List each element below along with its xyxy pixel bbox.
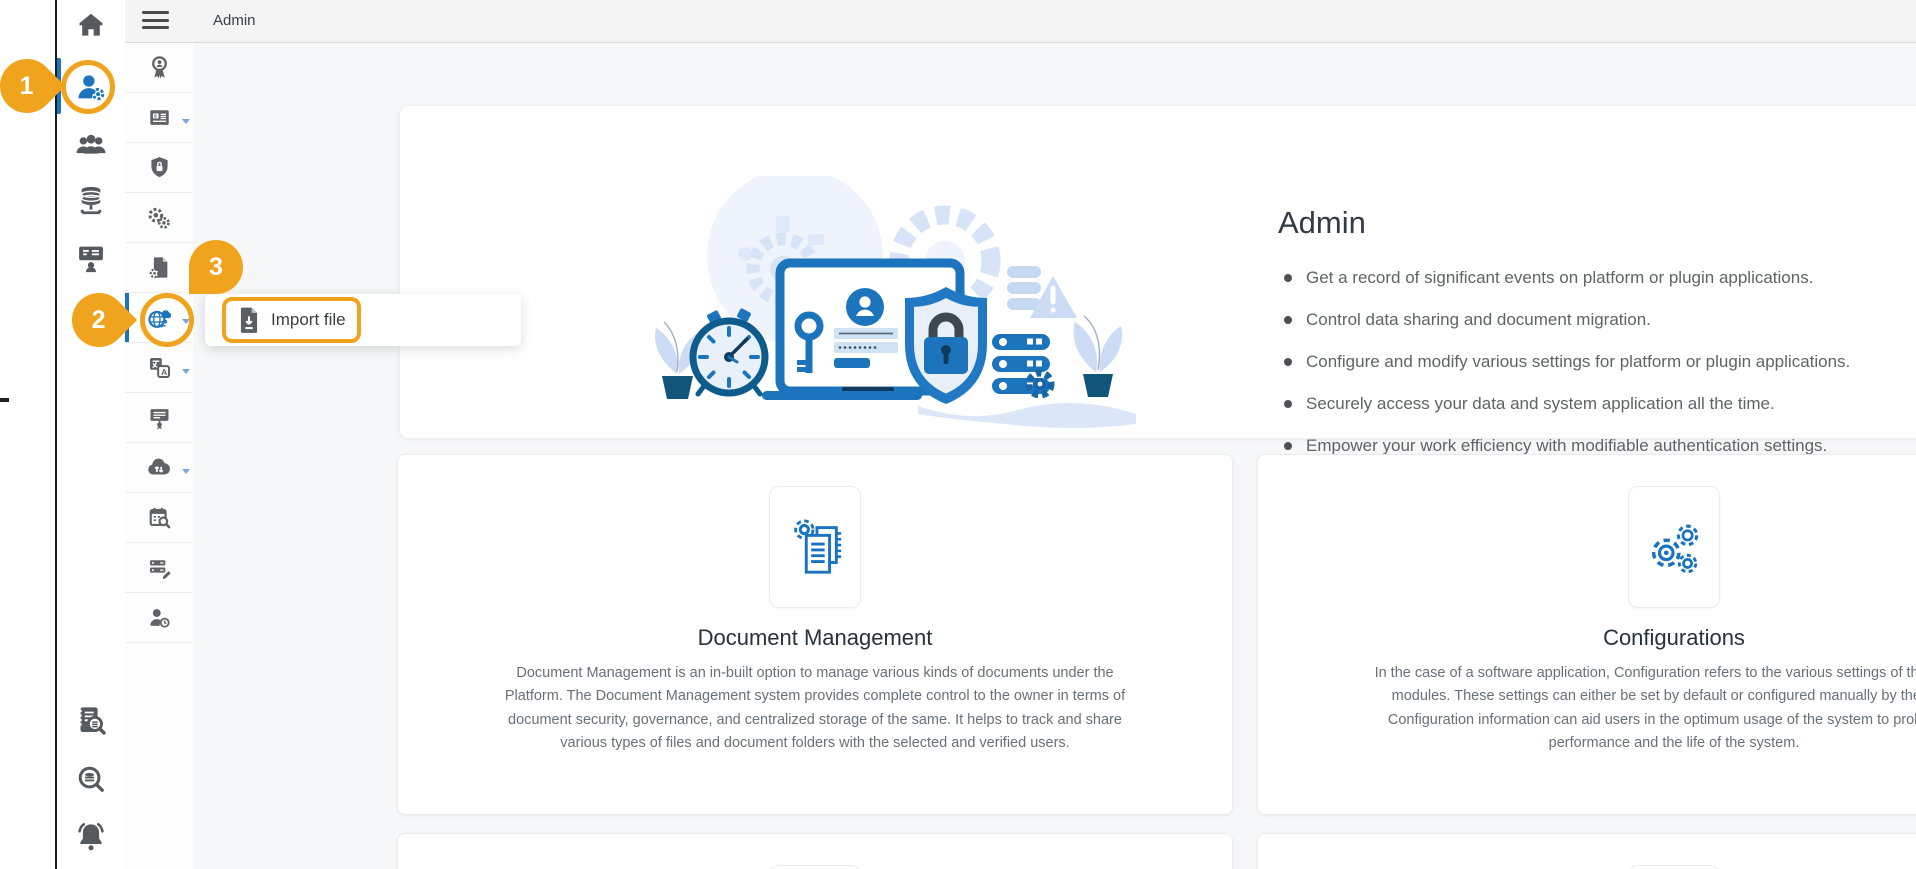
sidebar-item-server-logs[interactable]: [125, 543, 193, 593]
annotation-highlight-import-file: [222, 297, 361, 343]
hamburger-menu-button[interactable]: [142, 11, 169, 31]
hero-bullet: Configure and modify various settings fo…: [1284, 352, 1850, 372]
secondary-sidebar: $ A: [125, 43, 194, 869]
bullet-dot: [1284, 358, 1292, 366]
hero-title: Admin: [1278, 204, 1366, 240]
groups-icon: [76, 134, 106, 154]
user-activity-icon: [149, 609, 170, 628]
app-window: Admin $ A Admin Get a record of signific…: [0, 0, 1916, 869]
certificate-badge-icon: [151, 56, 167, 79]
sidebar-item-language[interactable]: A: [125, 343, 193, 393]
sidebar-item-presentation[interactable]: [125, 393, 193, 443]
card-configurations[interactable]: Configurations In the case of a software…: [1257, 454, 1916, 815]
settings-gears-icon: [148, 207, 170, 229]
sidebar-item-data-sources[interactable]: [67, 176, 115, 224]
bullet-dot: [1284, 442, 1292, 450]
sidebar-item-global-search[interactable]: [67, 755, 115, 803]
card-description: In the case of a software application, C…: [1374, 665, 1916, 752]
data-search-icon: [78, 766, 104, 792]
sidebar-item-billing[interactable]: $: [125, 93, 193, 143]
billing-news-icon: $: [149, 110, 169, 125]
sidebar-item-groups[interactable]: [67, 120, 115, 168]
card-icon-tile: [769, 865, 861, 869]
annotation-pin-3: 3: [189, 240, 243, 294]
data-server-icon: [80, 186, 102, 215]
sidebar-item-schedule-search[interactable]: [125, 493, 193, 543]
configurations-gears-icon: [1651, 524, 1699, 574]
server-edit-icon: [149, 560, 171, 580]
schedule-search-icon: [149, 507, 170, 529]
main-content: Admin Get a record of significant events…: [193, 43, 1916, 869]
page-title: Admin: [213, 12, 256, 29]
sidebar-item-cloud-transfer[interactable]: [125, 443, 193, 493]
sidebar-item-notifications[interactable]: [67, 813, 115, 861]
submenu-caret-icon: [182, 119, 190, 124]
presentation-certificate-icon: [150, 409, 168, 430]
hero-bullet: Get a record of significant events on pl…: [1284, 268, 1813, 288]
submenu-caret-icon: [182, 469, 190, 474]
card-title: Document Management: [697, 625, 933, 650]
sidebar-item-audit-log[interactable]: [67, 696, 115, 744]
hero-bullet: Control data sharing and document migrat…: [1284, 310, 1651, 330]
submenu-caret-icon: [182, 369, 190, 374]
sidebar-item-user-activity[interactable]: [125, 593, 193, 643]
card-icon-tile: [769, 486, 861, 608]
svg-text:A: A: [161, 367, 167, 377]
bullet-dot: [1284, 400, 1292, 408]
annotation-ring-user-management: [61, 60, 115, 114]
primary-sidebar: [57, 0, 126, 869]
sidebar-item-settings[interactable]: [125, 193, 193, 243]
notifications-bell-icon: [78, 822, 104, 851]
hero-bullet: Securely access your data and system app…: [1284, 394, 1775, 414]
training-board-icon: [79, 246, 103, 273]
bullet-dot: [1284, 316, 1292, 324]
document-settings-icon: [149, 257, 167, 279]
card-partial-right[interactable]: $: [1257, 833, 1916, 869]
language-translate-icon: A: [149, 358, 170, 378]
document-management-icon: [794, 519, 842, 574]
bullet-dot: [1284, 274, 1292, 282]
annotation-ring-data-migration: [140, 293, 194, 347]
sidebar-item-document-settings[interactable]: [125, 243, 193, 293]
cloud-transfer-icon: [148, 458, 170, 475]
hero-bullet: Empower your work efficiency with modifi…: [1284, 436, 1827, 456]
card-partial-left[interactable]: [397, 833, 1233, 869]
security-shield-icon: [150, 157, 168, 178]
hero-panel: Admin Get a record of significant events…: [399, 105, 1916, 455]
sidebar-item-security[interactable]: [125, 143, 193, 193]
sidebar-item-home[interactable]: [67, 1, 115, 49]
topbar: Admin: [125, 0, 1916, 43]
card-document-management[interactable]: Document Management Document Management …: [397, 454, 1233, 815]
card-icon-tile: [1628, 486, 1720, 608]
sidebar-item-training[interactable]: [67, 234, 115, 282]
card-description: Document Management is an in-built optio…: [504, 665, 1126, 752]
audit-log-search-icon: [79, 707, 106, 735]
card-title: Configurations: [1603, 625, 1745, 650]
home-icon: [79, 13, 103, 36]
screen-artifact: [0, 398, 9, 402]
card-icon-tile: $: [1628, 865, 1720, 869]
sidebar-item-certificates[interactable]: [125, 43, 193, 93]
admin-security-illustration: [654, 176, 1136, 428]
svg-text:$: $: [154, 114, 157, 120]
